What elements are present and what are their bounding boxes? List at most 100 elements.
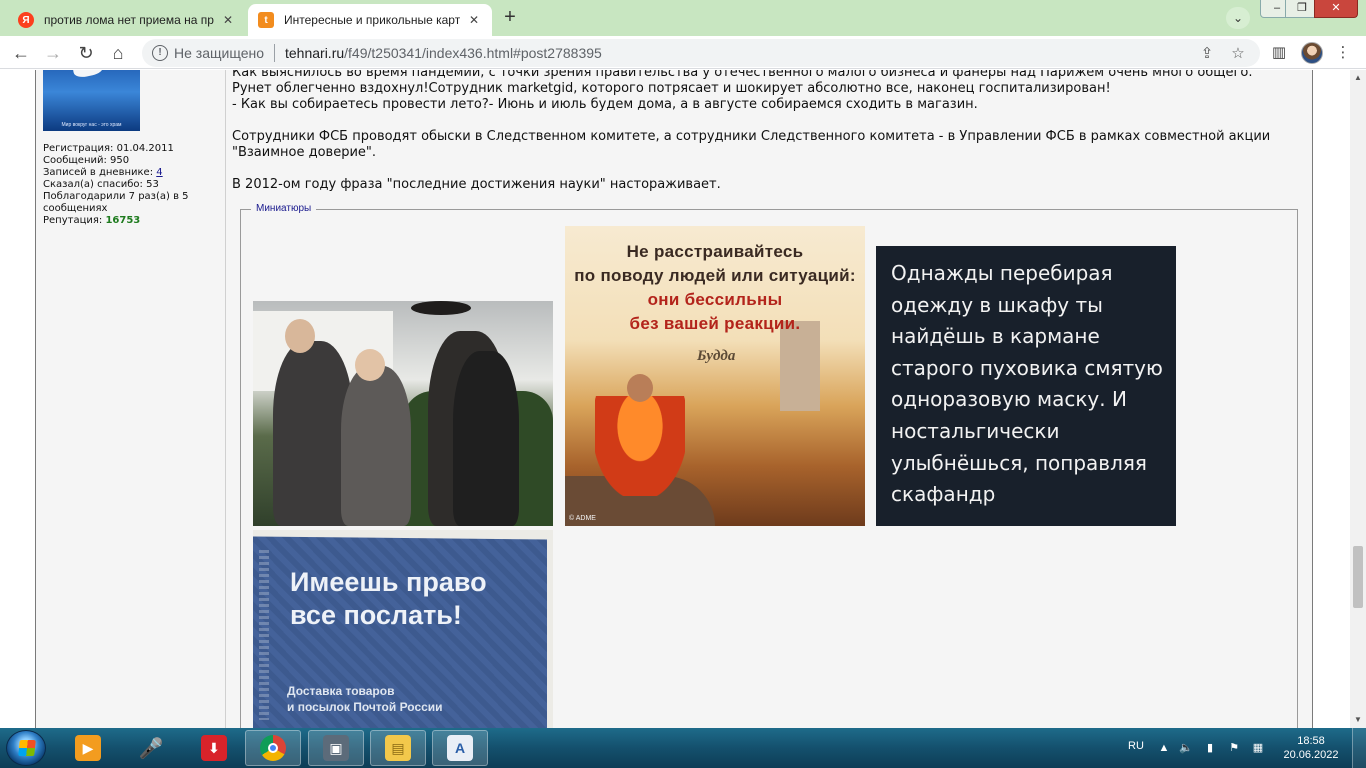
quote-line: они бессильны [647,290,783,309]
user-stats: Регистрация: 01.04.2011 Сообщений: 950 З… [43,143,221,227]
photo-figure [453,351,519,526]
stat-reputation: Репутация: 16753 [43,215,141,226]
download-icon: ⬇ [201,735,227,761]
home-icon[interactable]: ⌂ [105,40,131,66]
taskbar-clock[interactable]: 18:58 20.06.2022 [1280,734,1342,762]
action-center-flag-icon[interactable]: ⚑ [1226,740,1242,756]
url-path[interactable]: /f49/t250341/index436.html#post2788395 [344,45,602,61]
thumbnail-mask-joke[interactable]: Однажды перебирая одежду в шкафу ты найд… [876,246,1176,526]
reload-icon[interactable]: ↻ [73,40,99,66]
image-watermark: © ADME [569,515,596,522]
browser-toolbar: ← → ↻ ⌂ ! Не защищено tehnari.ru /f49/t2… [0,36,1366,69]
computer-icon: ▣ [323,735,349,761]
profile-avatar[interactable] [1301,42,1323,64]
quote-line: без вашей реакции. [629,314,801,333]
tab-search-icon[interactable]: ⌄ [1226,7,1250,29]
scroll-down-arrow-icon[interactable]: ▼ [1350,712,1366,728]
poster-subtitle: Доставка товаров и посылок Почтой России [287,684,443,714]
tab-title: Интересные и прикольные карт [284,13,460,27]
folder-icon: ▤ [385,735,411,761]
tab-yandex-search[interactable]: Я против лома нет приема на про ✕ [8,4,246,36]
reputation-value: 16753 [105,215,141,226]
avatar-caption: Мир вокруг нас - это храм [61,122,122,128]
web-page: Мир вокруг нас - это храм Регистрация: 0… [0,70,1350,728]
thumbnails-fieldset: Миниатюры Не расстраивайтесь по поводу л… [240,203,1298,728]
quote-line: по поводу людей или ситуаций: [574,266,856,285]
device-icon[interactable]: ▮ [1202,740,1218,756]
forward-arrow-icon[interactable]: → [40,40,66,66]
post-line: Рунет облегченно вздохнул!Сотрудник mark… [232,81,1111,96]
microphone-icon: 🎤 [138,737,164,760]
taskbar-media-player[interactable]: ▶ [60,730,116,766]
tray-expand-icon[interactable]: ▲ [1156,740,1172,756]
stat-said-thanks: Сказал(а) спасибо: 53 [43,179,159,190]
photo-monk-head [627,374,653,402]
bookmark-star-icon[interactable]: ☆ [1228,44,1248,64]
post-author-panel: Мир вокруг нас - это храм Регистрация: 0… [36,70,226,728]
start-button[interactable] [6,730,46,766]
taskbar-wordpad[interactable]: A [432,730,488,766]
share-icon[interactable]: ⇪ [1197,44,1217,64]
yandex-icon: Я [18,12,34,28]
address-bar[interactable]: ! Не защищено tehnari.ru /f49/t250341/in… [142,39,1260,67]
clock-date: 20.06.2022 [1283,749,1339,761]
taskbar-microphone-app[interactable]: 🎤 [123,730,179,766]
show-desktop-button[interactable] [1352,728,1366,768]
taskbar-computer[interactable]: ▣ [308,730,364,766]
clock-time: 18:58 [1297,735,1325,747]
network-icon[interactable]: ▦ [1250,740,1266,756]
quote-line: Не расстраивайтесь [626,242,804,261]
close-window-button[interactable]: ✕ [1314,0,1358,18]
photo-figure [341,366,411,526]
close-tab-icon[interactable]: ✕ [220,12,236,28]
post-body: Как выяснилось во время пандемии, с точк… [226,70,1312,728]
photo-face [285,319,315,353]
diary-entries-link[interactable]: 4 [156,167,162,178]
scroll-up-arrow-icon[interactable]: ▲ [1350,70,1366,86]
taskbar-chrome[interactable] [245,730,301,766]
tehnari-icon: t [258,12,274,28]
stat-posts: Сообщений: 950 [43,155,130,166]
stat-diary-entries: Записей в дневнике: 4 [43,167,163,178]
joke-text: Однажды перебирая одежду в шкафу ты найд… [891,261,1163,507]
post-text: Как выяснилось во время пандемии, с точк… [232,70,1302,193]
poster-title: Имеешь право все послать! [290,567,487,630]
thumbnail-post-poster[interactable]: Имеешь право все послать! Доставка товар… [253,530,553,728]
page-frame-right [1312,70,1313,728]
url-host[interactable]: tehnari.ru [285,45,344,61]
dove-icon [71,70,105,79]
side-panel-icon[interactable]: ▥ [1268,42,1290,64]
back-arrow-icon[interactable]: ← [8,40,34,66]
post-line: Сотрудники ФСБ проводят обыски в Следств… [232,129,1271,160]
windows-logo-icon [18,740,36,756]
language-indicator[interactable]: RU [1128,740,1144,752]
taskbar-downloader[interactable]: ⬇ [186,730,242,766]
post-line: Как выяснилось во время пандемии, с точк… [232,70,1253,80]
close-tab-icon[interactable]: ✕ [466,12,482,28]
photo-monk [595,396,685,496]
tab-tehnari[interactable]: t Интересные и прикольные карт ✕ [248,4,492,36]
photo-hat [411,301,471,315]
scroll-thumb[interactable] [1353,546,1363,608]
warning-icon[interactable]: ! [152,45,168,61]
thumbnails-legend: Миниатюры [251,203,317,214]
page-scrollbar[interactable]: ▲ ▼ [1350,70,1366,728]
photo-castle [780,321,820,411]
menu-kebab-icon[interactable]: ⋮ [1332,42,1354,64]
photo-face [355,349,385,381]
post-line: В 2012-ом году фраза "последние достижен… [232,177,721,192]
thumbnail-buddha-quote[interactable]: Не расстраивайтесь по поводу людей или с… [565,226,865,526]
chrome-icon [260,735,286,761]
user-avatar-image[interactable]: Мир вокруг нас - это храм [43,70,140,131]
windows-taskbar: ▶ 🎤 ⬇ ▣ ▤ A RU ▲ 🔈 ▮ ⚑ ▦ 18:58 20.06.202… [0,728,1366,768]
quote-author: Будда [697,348,736,364]
new-tab-button[interactable]: + [497,6,523,30]
tab-title: против лома нет приема на про [44,13,214,27]
tab-strip: Я против лома нет приема на про ✕ t Инте… [0,0,1366,36]
taskbar-explorer[interactable]: ▤ [370,730,426,766]
volume-icon[interactable]: 🔈 [1178,740,1194,756]
security-label[interactable]: Не защищено [174,45,264,61]
media-player-icon: ▶ [75,735,101,761]
wordpad-icon: A [447,735,473,761]
thumbnail-beatles-photo[interactable] [253,301,553,526]
